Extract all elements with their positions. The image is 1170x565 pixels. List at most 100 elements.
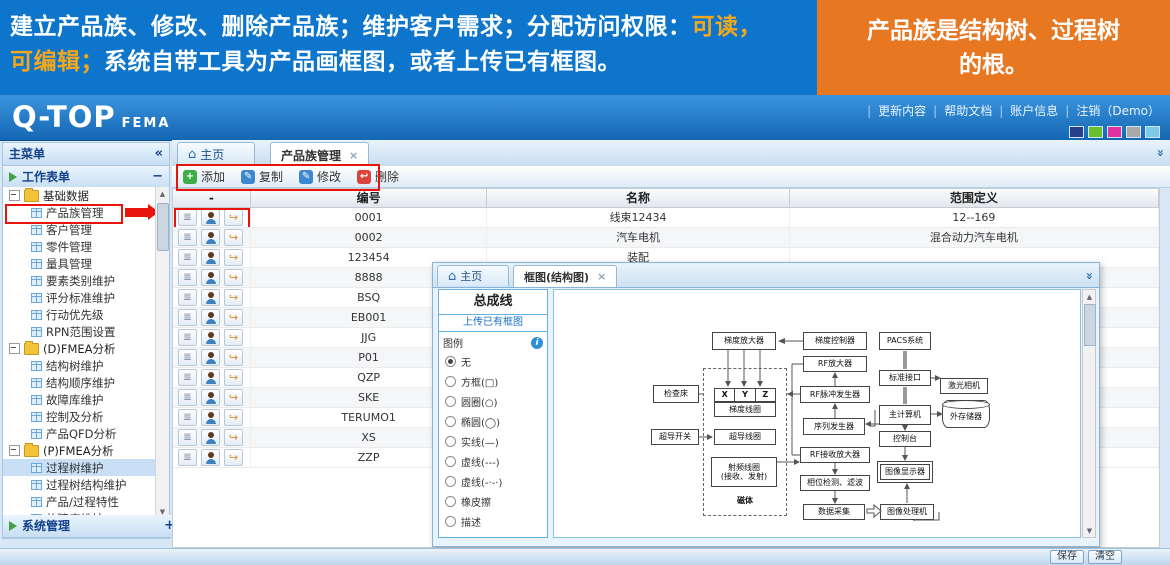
radio-button[interactable] — [445, 376, 456, 387]
open-icon-button[interactable]: ↪ — [224, 409, 243, 426]
tree-item[interactable]: 客户管理 — [3, 221, 169, 238]
doc-icon-button[interactable]: ≣ — [178, 209, 197, 226]
appbar-link[interactable]: 帮助文档 — [944, 104, 992, 118]
doc-icon-button[interactable]: ≣ — [178, 269, 197, 286]
open-icon-button[interactable]: ↪ — [224, 269, 243, 286]
person-icon-button[interactable] — [201, 249, 220, 266]
table-row[interactable]: ≣↪0001线束1243412--169 — [173, 208, 1159, 228]
close-icon[interactable]: × — [349, 149, 358, 162]
tree-scrollbar[interactable]: ▲ ▼ — [155, 187, 169, 518]
tab-home[interactable]: ⌂主页 — [437, 265, 509, 286]
expander-icon[interactable] — [9, 343, 20, 354]
legend-option[interactable]: 虚线(---) — [439, 451, 547, 471]
scrollbar-thumb[interactable] — [1084, 304, 1096, 346]
person-icon-button[interactable] — [201, 329, 220, 346]
doc-icon-button[interactable]: ≣ — [178, 369, 197, 386]
tree-folder[interactable]: (D)FMEA分析 — [3, 340, 169, 357]
canvas-scrollbar[interactable]: ▲ ▼ — [1082, 289, 1096, 538]
appbar-link[interactable]: 注销（Demo） — [1076, 104, 1160, 118]
tree-folder[interactable]: 基础数据 — [3, 187, 169, 204]
tree-item[interactable]: 控制及分析 — [3, 408, 169, 425]
tab-home[interactable]: ⌂主页 — [177, 142, 255, 165]
tree-item[interactable]: 要素类别维护 — [3, 272, 169, 289]
person-icon-button[interactable] — [201, 409, 220, 426]
person-icon-button[interactable] — [201, 209, 220, 226]
person-icon-button[interactable] — [201, 389, 220, 406]
tabbar-collapse-icon[interactable]: « — [1153, 149, 1167, 157]
person-icon-button[interactable] — [201, 309, 220, 326]
copy-button[interactable]: ✎复制 — [238, 167, 286, 186]
doc-icon-button[interactable]: ≣ — [178, 349, 197, 366]
person-icon-button[interactable] — [201, 449, 220, 466]
tree-item[interactable]: 评分标准维护 — [3, 289, 169, 306]
person-icon-button[interactable] — [201, 269, 220, 286]
doc-icon-button[interactable]: ≣ — [178, 389, 197, 406]
radio-button[interactable] — [445, 396, 456, 407]
tree-item[interactable]: 故障库维护 — [3, 391, 169, 408]
theme-swatch[interactable] — [1126, 126, 1141, 138]
doc-icon-button[interactable]: ≣ — [178, 289, 197, 306]
legend-option[interactable]: 实线(—) — [439, 431, 547, 451]
expander-icon[interactable] — [9, 190, 20, 201]
tab-active[interactable]: 产品族管理× — [270, 142, 369, 167]
legend-option[interactable]: 方框(□) — [439, 371, 547, 391]
person-icon-button[interactable] — [201, 289, 220, 306]
edit-button[interactable]: ✎修改 — [296, 167, 344, 186]
tree-item[interactable]: 产品族管理 — [3, 204, 169, 221]
doc-icon-button[interactable]: ≣ — [178, 309, 197, 326]
doc-icon-button[interactable]: ≣ — [178, 249, 197, 266]
doc-icon-button[interactable]: ≣ — [178, 429, 197, 446]
doc-icon-button[interactable]: ≣ — [178, 409, 197, 426]
sidebar-collapse-icon[interactable]: « — [155, 143, 163, 165]
sidebar-section-worksheets[interactable]: 工作表单 − — [3, 166, 169, 189]
tree-item[interactable]: 行动优先级 — [3, 306, 169, 323]
scrollbar-thumb[interactable] — [157, 203, 169, 251]
clear-button[interactable]: 清空 — [1088, 550, 1122, 564]
tree-item[interactable]: 结构树维护 — [3, 357, 169, 374]
tree-folder[interactable]: (P)FMEA分析 — [3, 442, 169, 459]
open-icon-button[interactable]: ↪ — [224, 349, 243, 366]
open-icon-button[interactable]: ↪ — [224, 389, 243, 406]
open-icon-button[interactable]: ↪ — [224, 229, 243, 246]
close-icon[interactable]: × — [597, 270, 606, 283]
radio-button[interactable] — [445, 476, 456, 487]
sidebar-section-system[interactable]: 系统管理 + — [3, 515, 181, 538]
open-icon-button[interactable]: ↪ — [224, 289, 243, 306]
person-icon-button[interactable] — [201, 429, 220, 446]
person-icon-button[interactable] — [201, 369, 220, 386]
open-icon-button[interactable]: ↪ — [224, 329, 243, 346]
doc-icon-button[interactable]: ≣ — [178, 329, 197, 346]
tab-active[interactable]: 框图(结构图)× — [513, 265, 617, 287]
tree-item[interactable]: 过程树维护 — [3, 459, 169, 476]
theme-swatch[interactable] — [1069, 126, 1084, 138]
radio-button[interactable] — [445, 436, 456, 447]
open-icon-button[interactable]: ↪ — [224, 429, 243, 446]
scroll-up-icon[interactable]: ▲ — [1083, 290, 1096, 303]
legend-option[interactable]: 虚线(-·-·) — [439, 471, 547, 491]
radio-button[interactable] — [445, 516, 456, 527]
open-icon-button[interactable]: ↪ — [224, 369, 243, 386]
collapse-section-icon[interactable]: − — [152, 166, 163, 188]
appbar-link[interactable]: 更新内容 — [878, 104, 926, 118]
open-icon-button[interactable]: ↪ — [224, 249, 243, 266]
diagram-canvas[interactable]: 检查床梯度放大器梯度控制器PACS系统RF放大器标准接口激光相机XYZ梯度线圈R… — [553, 289, 1081, 538]
radio-button[interactable] — [445, 496, 456, 507]
info-icon[interactable]: i — [531, 337, 543, 349]
radio-button[interactable] — [445, 416, 456, 427]
scroll-up-icon[interactable]: ▲ — [156, 187, 169, 200]
scroll-down-icon[interactable]: ▼ — [1083, 524, 1096, 537]
legend-option[interactable]: 圆圈(○) — [439, 391, 547, 411]
tree-item[interactable]: 量具管理 — [3, 255, 169, 272]
legend-option[interactable]: 无 — [439, 351, 547, 371]
expander-icon[interactable] — [9, 445, 20, 456]
add-button[interactable]: +添加 — [180, 167, 228, 186]
tree-item[interactable]: 产品/过程特性 — [3, 493, 169, 510]
theme-swatch[interactable] — [1145, 126, 1160, 138]
tree-item[interactable]: RPN范围设置 — [3, 323, 169, 340]
dialog-tabbar-collapse-icon[interactable]: « — [1082, 272, 1096, 280]
appbar-link[interactable]: 账户信息 — [1010, 104, 1058, 118]
radio-button[interactable] — [445, 456, 456, 467]
open-icon-button[interactable]: ↪ — [224, 449, 243, 466]
delete-button[interactable]: ↩删除 — [354, 167, 402, 186]
radio-button[interactable] — [445, 356, 456, 367]
